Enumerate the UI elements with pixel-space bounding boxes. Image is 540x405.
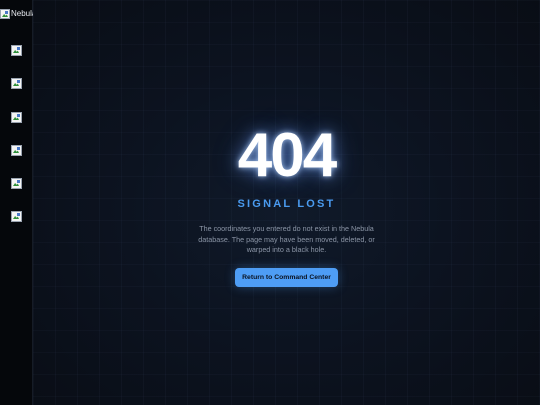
broken-image-icon: [11, 112, 22, 123]
app-window: Nebula 404 SIGNAL LOST The coordinates y…: [0, 0, 540, 405]
sidebar-nav-item-4[interactable]: [11, 145, 22, 156]
error-title: SIGNAL LOST: [237, 198, 336, 210]
broken-image-icon: [0, 9, 10, 19]
broken-image-icon: [11, 211, 22, 222]
error-description: The coordinates you entered do not exist…: [198, 224, 375, 254]
sidebar-nav-item-2[interactable]: [11, 78, 22, 89]
sidebar-nav-item-5[interactable]: [11, 178, 22, 189]
sidebar-nav-item-3[interactable]: [11, 112, 22, 123]
error-code: 404: [237, 121, 337, 190]
main-content: 404 SIGNAL LOST The coordinates you ente…: [33, 0, 540, 405]
logo[interactable]: Nebula: [0, 7, 36, 21]
error-panel: 404 SIGNAL LOST The coordinates you ente…: [33, 124, 540, 287]
broken-image-icon: [11, 178, 22, 189]
broken-image-icon: [11, 45, 22, 56]
broken-image-icon: [11, 145, 22, 156]
return-to-command-center-button[interactable]: Return to Command Center: [235, 267, 338, 287]
sidebar-nav-item-6[interactable]: [11, 211, 22, 222]
broken-image-icon: [11, 78, 22, 89]
sidebar-nav-item-1[interactable]: [11, 45, 22, 56]
sidebar: Nebula: [0, 0, 36, 405]
